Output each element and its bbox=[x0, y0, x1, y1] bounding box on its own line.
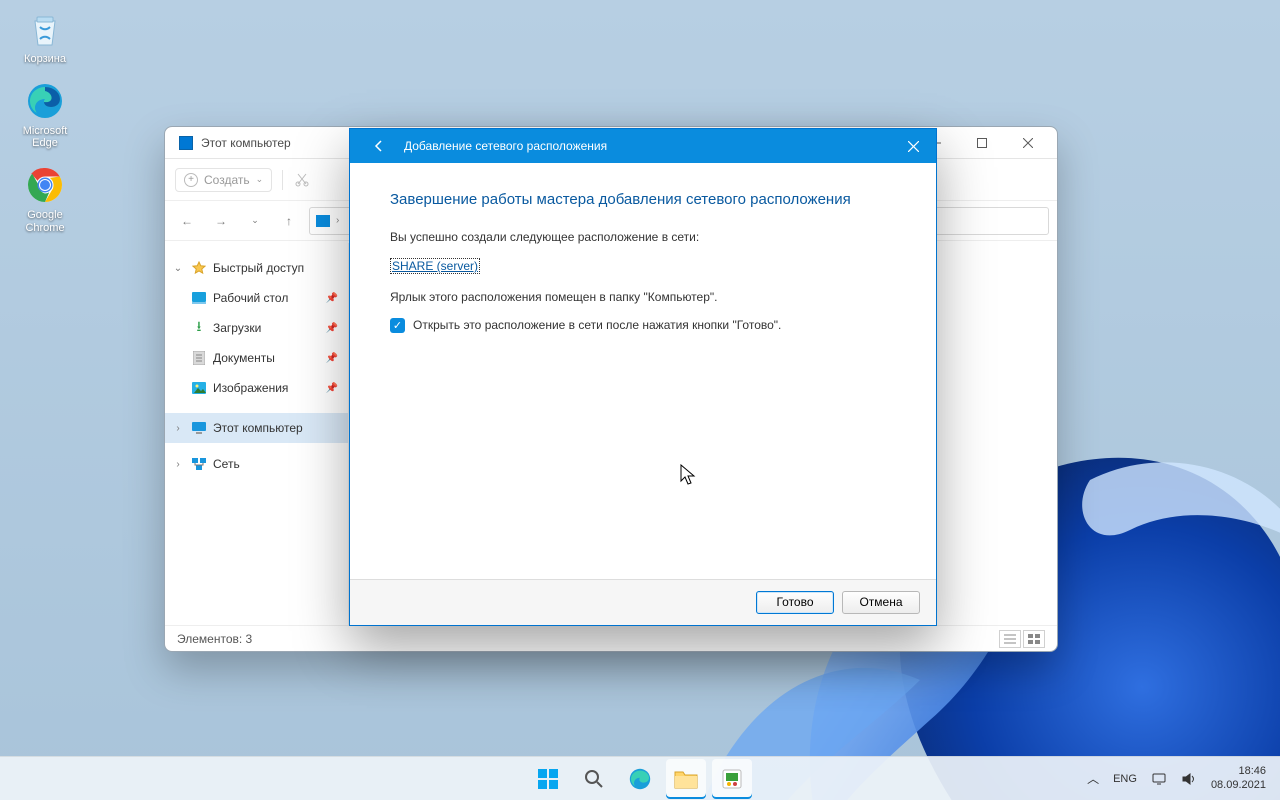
sidebar-item-label: Загрузки bbox=[213, 321, 261, 335]
sidebar-item-desktop[interactable]: Рабочий стол 📌 bbox=[165, 283, 348, 313]
pictures-icon bbox=[191, 380, 207, 396]
checkbox-label: Открыть это расположение в сети после на… bbox=[413, 318, 781, 332]
taskbar-edge[interactable] bbox=[620, 759, 660, 799]
pin-icon: 📌 bbox=[326, 353, 338, 364]
sidebar-item-label: Документы bbox=[213, 351, 275, 365]
pin-icon: 📌 bbox=[326, 293, 338, 304]
sidebar-item-label: Быстрый доступ bbox=[213, 261, 304, 275]
chevron-right-icon: › bbox=[171, 423, 185, 434]
this-pc-icon bbox=[179, 136, 193, 150]
tray-overflow-button[interactable]: ︿ bbox=[1087, 770, 1099, 787]
cut-icon[interactable] bbox=[293, 171, 311, 189]
sidebar-item-quick-access[interactable]: ⌄ Быстрый доступ bbox=[165, 253, 348, 283]
documents-icon bbox=[191, 350, 207, 366]
sidebar-item-pictures[interactable]: Изображения 📌 bbox=[165, 373, 348, 403]
chevron-right-icon: › bbox=[171, 459, 185, 470]
desktop-icon-label: Google Chrome bbox=[8, 209, 82, 234]
sidebar-item-label: Этот компьютер bbox=[213, 421, 303, 435]
explorer-statusbar: Элементов: 3 bbox=[165, 625, 1057, 651]
status-item-count: Элементов: 3 bbox=[177, 632, 252, 646]
wizard-footer: Готово Отмена bbox=[350, 579, 936, 625]
sidebar-item-network[interactable]: › Сеть bbox=[165, 449, 348, 479]
chrome-icon bbox=[24, 164, 66, 206]
search-button[interactable] bbox=[574, 759, 614, 799]
sidebar-item-downloads[interactable]: ⭳ Загрузки 📌 bbox=[165, 313, 348, 343]
finish-button[interactable]: Готово bbox=[756, 591, 834, 614]
open-when-finish-checkbox[interactable]: ✓ bbox=[390, 318, 405, 333]
cancel-button[interactable]: Отмена bbox=[842, 591, 920, 614]
new-button-label: Создать bbox=[204, 173, 250, 187]
desktop-icon-label: Microsoft Edge bbox=[8, 125, 82, 150]
wizard-location-link[interactable]: SHARE (server) bbox=[390, 258, 480, 274]
taskbar-file-explorer[interactable] bbox=[666, 759, 706, 799]
sidebar-item-label: Сеть bbox=[213, 457, 240, 471]
sidebar-item-label: Изображения bbox=[213, 381, 288, 395]
nav-back-button[interactable]: ← bbox=[173, 207, 201, 235]
chevron-right-icon: › bbox=[336, 215, 339, 226]
view-icons-button[interactable] bbox=[1023, 630, 1045, 648]
sidebar-item-this-pc[interactable]: › Этот компьютер bbox=[165, 413, 348, 443]
nav-forward-button[interactable]: → bbox=[207, 207, 235, 235]
view-details-button[interactable] bbox=[999, 630, 1021, 648]
desktop-icon-recycle-bin[interactable]: Корзина bbox=[8, 8, 82, 66]
desktop-icon bbox=[191, 290, 207, 306]
recycle-bin-icon bbox=[24, 8, 66, 50]
taskbar: ︿ ENG 18:46 08.09.2021 bbox=[0, 756, 1280, 800]
sidebar-item-label: Рабочий стол bbox=[213, 291, 288, 305]
edge-icon bbox=[24, 80, 66, 122]
tray-network-icon[interactable] bbox=[1151, 772, 1167, 786]
taskbar-app[interactable] bbox=[712, 759, 752, 799]
download-icon: ⭳ bbox=[191, 320, 207, 336]
new-button[interactable]: + Создать ⌄ bbox=[175, 168, 272, 192]
wizard-titlebar[interactable]: Добавление сетевого расположения bbox=[350, 129, 936, 163]
desktop-icon-label: Корзина bbox=[8, 53, 82, 66]
desktop-icon-chrome[interactable]: Google Chrome bbox=[8, 164, 82, 234]
desktop-icon-edge[interactable]: Microsoft Edge bbox=[8, 80, 82, 150]
wizard-title: Добавление сетевого расположения bbox=[396, 139, 890, 153]
wizard-close-button[interactable] bbox=[890, 129, 936, 163]
sidebar-item-documents[interactable]: Документы 📌 bbox=[165, 343, 348, 373]
tray-volume-icon[interactable] bbox=[1181, 772, 1197, 786]
wizard-shortcut-text: Ярлык этого расположения помещен в папку… bbox=[390, 290, 896, 304]
add-network-location-wizard: Добавление сетевого расположения Заверше… bbox=[349, 128, 937, 626]
wizard-heading: Завершение работы мастера добавления сет… bbox=[390, 191, 896, 208]
wizard-back-button[interactable] bbox=[362, 139, 396, 153]
maximize-button[interactable] bbox=[959, 127, 1005, 159]
chevron-down-icon: ⌄ bbox=[256, 174, 264, 185]
close-button[interactable] bbox=[1005, 127, 1051, 159]
chevron-down-icon: ⌄ bbox=[171, 263, 185, 274]
pin-icon: 📌 bbox=[326, 383, 338, 394]
star-icon bbox=[191, 260, 207, 276]
this-pc-icon bbox=[316, 215, 330, 227]
wizard-success-text: Вы успешно создали следующее расположени… bbox=[390, 230, 896, 244]
start-button[interactable] bbox=[528, 759, 568, 799]
tray-time: 18:46 bbox=[1211, 765, 1266, 778]
this-pc-icon bbox=[191, 420, 207, 436]
plus-icon: + bbox=[184, 173, 198, 187]
network-icon bbox=[191, 456, 207, 472]
tray-date: 08.09.2021 bbox=[1211, 779, 1266, 792]
pin-icon: 📌 bbox=[326, 323, 338, 334]
nav-history-button[interactable]: ⌄ bbox=[241, 207, 269, 235]
nav-up-button[interactable]: ↑ bbox=[275, 207, 303, 235]
tray-language[interactable]: ENG bbox=[1113, 773, 1137, 785]
tray-clock[interactable]: 18:46 08.09.2021 bbox=[1211, 765, 1266, 791]
explorer-sidebar: ⌄ Быстрый доступ Рабочий стол 📌 ⭳ Загруз… bbox=[165, 243, 349, 625]
